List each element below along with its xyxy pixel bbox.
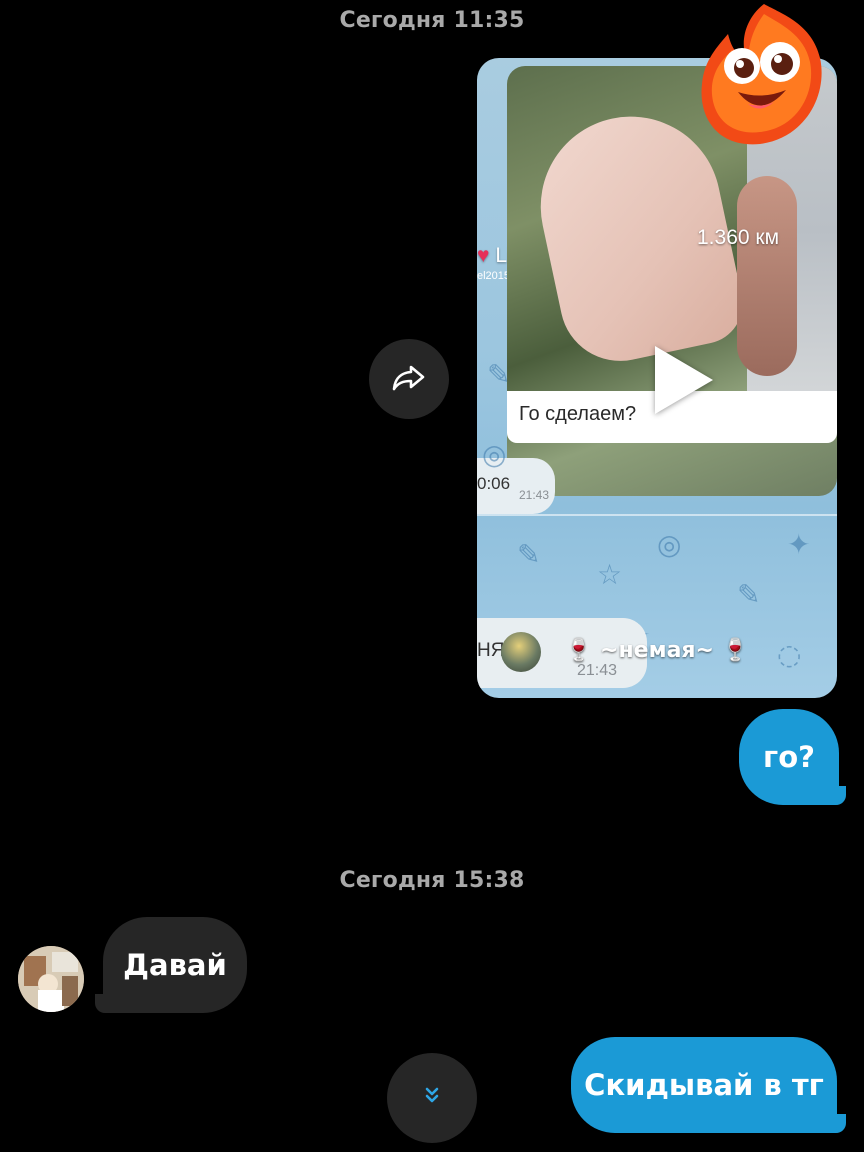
planet-doodle-icon: ◎ [657,528,682,561]
incoming-message[interactable]: Давай [103,917,247,1013]
sender-nickname: 🍷 ~немая~ 🍷 [565,638,750,663]
rocket-doodle-icon: ✎ [487,358,511,391]
sender-avatar [501,632,541,672]
photo-hand-right [737,176,797,376]
double-chevron-down-icon [421,1085,443,1111]
chat-screen: Сегодня 11:35 ♥ Likee el201512 1.360 км … [0,0,864,1152]
scroll-down-button[interactable] [387,1053,477,1143]
fire-face-sticker [694,0,828,150]
planet-doodle-icon: ◌ [777,638,802,671]
heart-icon: ♥ [477,244,490,267]
planet-doodle-icon: ◎ [482,438,507,471]
forward-button[interactable] [369,339,449,419]
outgoing-message[interactable]: го? [739,709,839,805]
contact-avatar[interactable] [18,946,84,1012]
video-duration: 0:06 [477,474,511,493]
video-caption: Го сделаем? [519,403,637,425]
rocket-doodle-icon: ✎ [737,578,761,611]
sender-timestamp: 21:43 [577,662,618,679]
star-doodle-icon: ☆ [597,558,623,591]
outgoing-message[interactable]: Скидывай в тг [571,1037,837,1133]
star-doodle-icon: ✦ [787,528,811,561]
duration-timestamp: 21:43 [519,488,550,502]
media-divider [477,514,837,516]
rocket-doodle-icon: ✎ [517,538,541,571]
date-separator: Сегодня 15:38 [339,868,525,893]
shared-media-card[interactable]: ♥ Likee el201512 1.360 км Го сделаем? 0:… [477,58,837,698]
distance-label: 1.360 км [697,226,780,249]
forward-icon [389,357,429,401]
play-icon[interactable] [655,346,713,414]
